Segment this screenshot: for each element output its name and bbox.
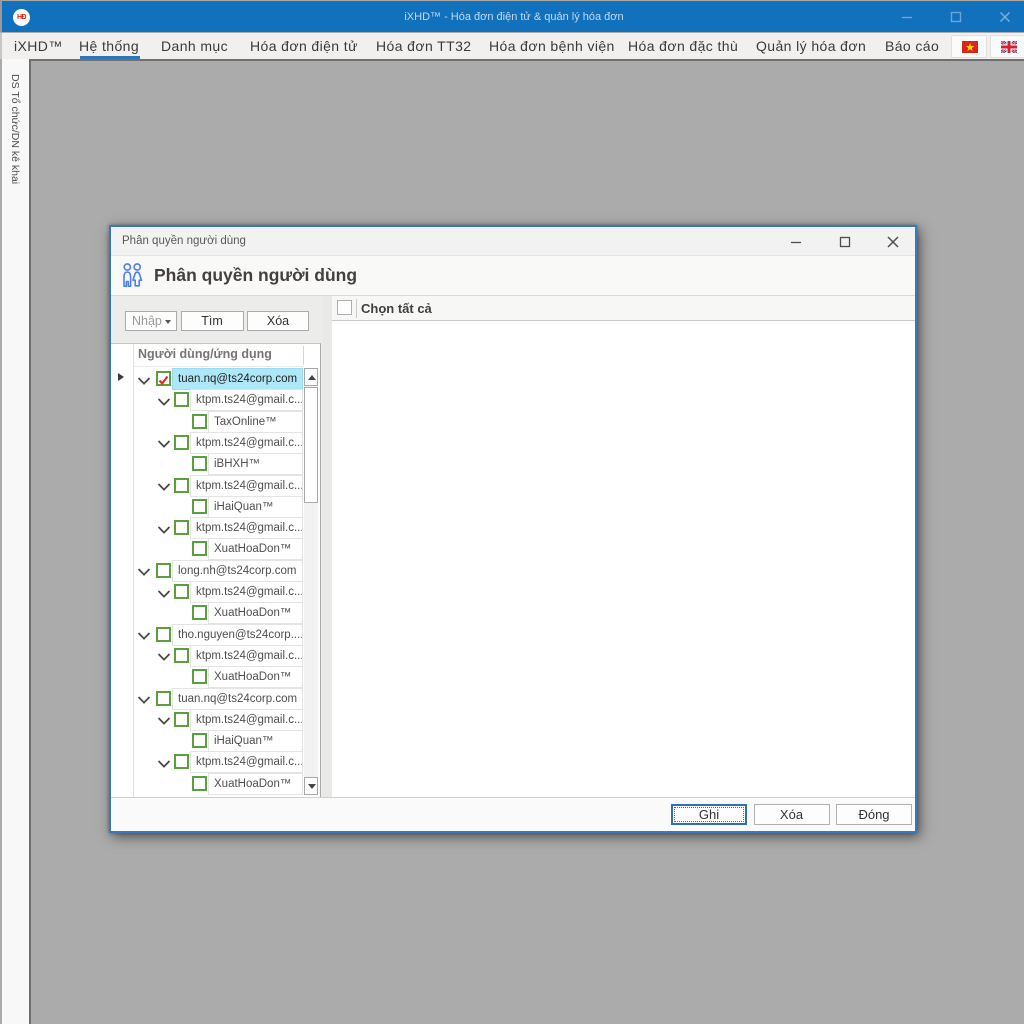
svg-text:★: ★ — [965, 42, 975, 53]
